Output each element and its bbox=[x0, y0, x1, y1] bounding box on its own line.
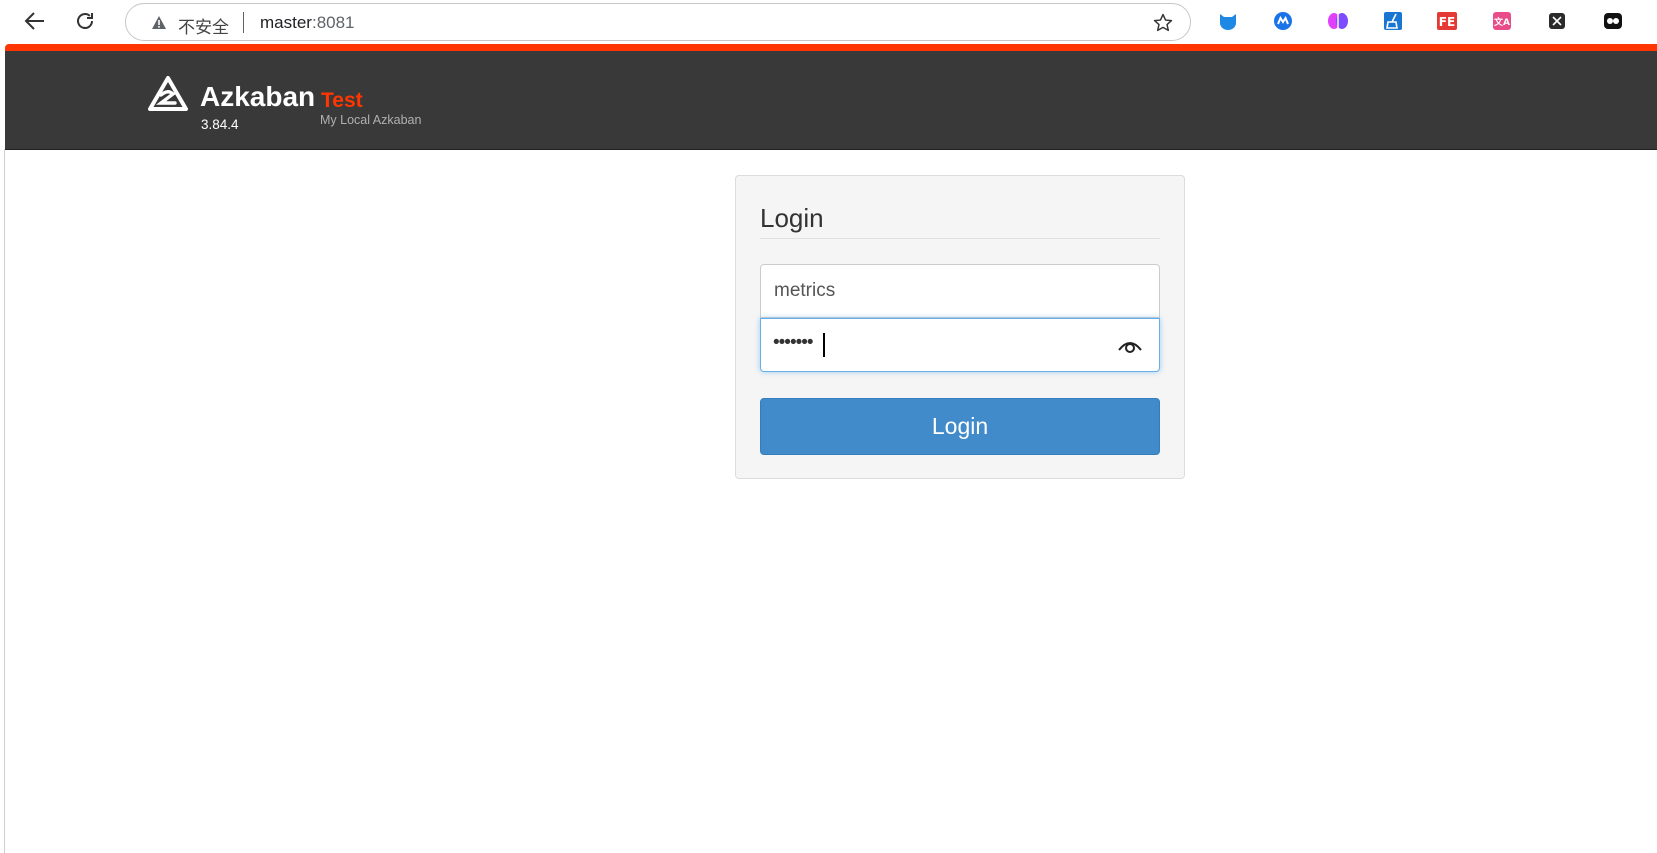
browser-toolbar: 不安全 master:8081 FE 文A bbox=[0, 0, 1657, 44]
app-version: 3.84.4 bbox=[201, 117, 239, 132]
azkaban-logo-icon[interactable] bbox=[147, 75, 189, 113]
environment-description: My Local Azkaban bbox=[320, 113, 422, 127]
accent-stripe bbox=[5, 44, 1657, 51]
fe-extension-icon[interactable]: FE bbox=[1436, 10, 1458, 32]
app-brand[interactable]: Azkaban bbox=[200, 81, 315, 113]
back-button[interactable] bbox=[20, 6, 50, 36]
broom-extension-icon[interactable] bbox=[1382, 10, 1404, 32]
bookmark-star-icon[interactable] bbox=[1152, 12, 1174, 34]
back-arrow-icon bbox=[24, 12, 44, 30]
brain-extension-icon[interactable] bbox=[1327, 10, 1349, 32]
login-title: Login bbox=[760, 203, 824, 233]
username-value: metrics bbox=[774, 280, 836, 301]
username-input[interactable]: metrics bbox=[760, 264, 1160, 318]
login-button[interactable]: Login bbox=[760, 398, 1160, 455]
url-text[interactable]: master:8081 bbox=[260, 13, 355, 33]
svg-text:FE: FE bbox=[1439, 15, 1455, 29]
password-mask: ••••••• bbox=[773, 332, 814, 353]
text-caret bbox=[823, 333, 825, 357]
x-extension-icon[interactable] bbox=[1546, 10, 1568, 32]
security-label[interactable]: 不安全 bbox=[178, 13, 229, 38]
omnibox-divider bbox=[243, 12, 244, 33]
reload-button[interactable] bbox=[70, 6, 100, 36]
cat-extension-icon[interactable] bbox=[1217, 10, 1239, 32]
url-port: :8081 bbox=[311, 13, 355, 32]
address-bar[interactable]: 不安全 master:8081 bbox=[125, 3, 1191, 41]
title-divider bbox=[760, 238, 1160, 239]
ghost-extension-icon[interactable] bbox=[1602, 10, 1624, 32]
reload-icon bbox=[77, 13, 93, 29]
url-host: master bbox=[260, 13, 312, 32]
warning-icon[interactable] bbox=[151, 15, 167, 30]
show-password-eye-icon[interactable] bbox=[1117, 337, 1143, 355]
app-header: Azkaban 3.84.4 Test My Local Azkaban bbox=[5, 51, 1657, 150]
edge-m-extension-icon[interactable] bbox=[1272, 10, 1294, 32]
environment-name: Test bbox=[321, 89, 363, 112]
page-border bbox=[4, 149, 5, 853]
password-input[interactable]: ••••••• bbox=[760, 318, 1160, 372]
svg-text:文A: 文A bbox=[1493, 16, 1510, 28]
login-panel: Login metrics ••••••• Login bbox=[735, 175, 1185, 479]
translate-extension-icon[interactable]: 文A bbox=[1491, 10, 1513, 32]
